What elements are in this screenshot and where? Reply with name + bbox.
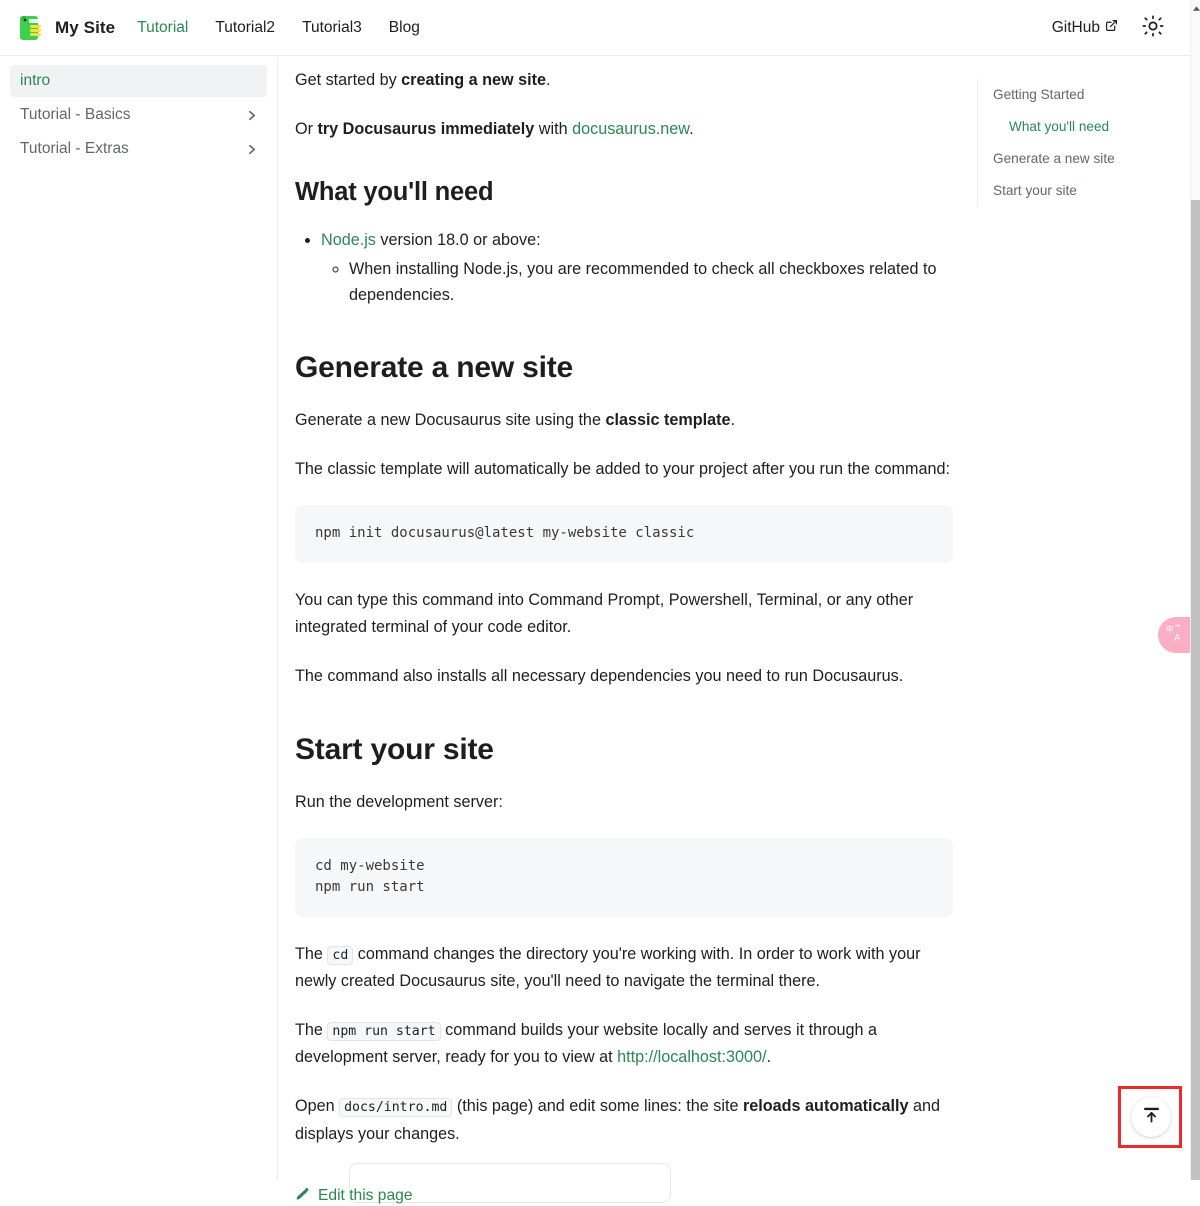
scrollbar-thumb[interactable] (1191, 200, 1200, 1180)
code-block-npm-run-start[interactable]: cd my-website npm run start (295, 838, 953, 917)
svg-text:A: A (1174, 632, 1181, 642)
toc-divider (977, 79, 978, 207)
github-link-label: GitHub (1051, 18, 1100, 36)
nav-link-tutorial2[interactable]: Tutorial2 (215, 15, 275, 41)
sidebar-item-label: Tutorial - Basics (20, 106, 131, 123)
toc-item-what-youll-need[interactable]: What you'll need (993, 117, 1180, 136)
table-of-contents: Getting Started What you'll need Generat… (977, 57, 1180, 1179)
edit-this-page-link[interactable]: Edit this page (295, 1186, 413, 1206)
nav-link-tutorial3[interactable]: Tutorial3 (302, 15, 362, 41)
inline-code-npm-run-start: npm run start (327, 1021, 441, 1041)
heading-start-your-site: Start your site (295, 733, 494, 767)
code-block-npm-init[interactable]: npm init docusaurus@latest my-website cl… (295, 505, 953, 563)
back-to-top-button[interactable] (1131, 1097, 1171, 1137)
text: with (534, 120, 573, 139)
brand-title: My Site (55, 17, 116, 37)
github-link[interactable]: GitHub (1052, 19, 1118, 37)
back-to-top-highlight (1118, 1086, 1182, 1148)
nav-link-tutorial[interactable]: Tutorial (137, 15, 188, 41)
text: Open (295, 1097, 340, 1116)
text: (this page) and edit some lines: the sit… (452, 1097, 743, 1116)
localhost-link[interactable]: http://localhost:3000/ (617, 1048, 766, 1066)
paragraph-type-command: You can type this command into Command P… (295, 590, 914, 636)
scroll-to-top-icon (1142, 1105, 1161, 1129)
chevron-right-icon (245, 109, 257, 121)
text: Generate a new Docusaurus site using the (295, 410, 606, 429)
nodejs-link[interactable]: Node.js (321, 231, 376, 249)
paragraph-open-intro-md: Open docs/intro.md (this page) and edit … (295, 1093, 953, 1147)
scrollbar-up-arrow-icon[interactable] (1191, 3, 1200, 13)
text: . (730, 410, 736, 429)
svg-text:中: 中 (1166, 624, 1174, 634)
sidebar-item-intro[interactable]: intro (10, 65, 267, 97)
text: Get started by (295, 71, 402, 89)
docs-sidebar: intro Tutorial - Basics Tutorial - Extra… (0, 57, 278, 1179)
paragraph-generate-classic: Generate a new Docusaurus site using the… (295, 407, 953, 434)
edit-page-row: Edit this page (295, 1186, 953, 1206)
sun-icon (1142, 15, 1164, 40)
doc-content: Get started by creating a new site. Or t… (279, 57, 977, 1204)
navbar-links: Tutorial Tutorial2 Tutorial3 Blog (137, 15, 420, 41)
text: The (295, 944, 328, 963)
docusaurus-new-link[interactable]: docusaurus.new (572, 120, 689, 138)
toc-item-start-your-site[interactable]: Start your site (993, 181, 1180, 200)
requirements-list: Node.js version 18.0 or above: When inst… (295, 227, 953, 309)
sidebar-item-tutorial-basics[interactable]: Tutorial - Basics (10, 99, 267, 131)
toc-item-generate-a-new-site[interactable]: Generate a new site (993, 149, 1180, 168)
theme-toggle-button[interactable] (1140, 15, 1166, 41)
sidebar-item-label: intro (20, 72, 51, 89)
inline-code-docs-intro-md: docs/intro.md (339, 1098, 453, 1118)
toc-item-getting-started[interactable]: Getting Started (993, 85, 1180, 104)
sidebar-item-label: Tutorial - Extras (20, 140, 129, 157)
text: The (295, 1020, 328, 1039)
emphasis-classic-template: classic template (605, 410, 731, 429)
edit-this-page-label: Edit this page (318, 1186, 413, 1204)
heading-generate-a-new-site: Generate a new site (295, 351, 573, 385)
paragraph-npm-run-start-command: The npm run start command builds your we… (295, 1017, 953, 1071)
browser-scrollbar[interactable] (1190, 0, 1200, 1180)
inline-code-cd: cd (327, 945, 354, 965)
text: command changes the directory you're wor… (295, 944, 921, 990)
emphasis-try-immediately: try Docusaurus immediately (317, 120, 535, 139)
navbar-brand[interactable]: My Site (16, 13, 115, 43)
translate-icon: 中 A (1165, 623, 1185, 648)
text: Or (295, 120, 318, 139)
text: . (689, 120, 694, 139)
navbar-right: GitHub (1052, 15, 1174, 41)
navbar: My Site Tutorial Tutorial2 Tutorial3 Blo… (0, 0, 1190, 56)
requirements-sublist: When installing Node.js, you are recomme… (321, 256, 953, 308)
emphasis-creating-new-site: creating a new site (401, 71, 547, 89)
nav-link-blog[interactable]: Blog (389, 15, 420, 41)
heading-what-youll-need: What you'll need (295, 178, 494, 207)
list-item: When installing Node.js, you are recomme… (349, 256, 953, 308)
paragraph-installs-dependencies: The command also installs all necessary … (295, 666, 904, 685)
paragraph-cd-command: The cd command changes the directory you… (295, 941, 953, 995)
paragraph-classic-template-auto: The classic template will automatically … (295, 460, 951, 479)
docusaurus-mascot-logo-icon (16, 13, 46, 43)
chevron-right-icon (245, 143, 257, 155)
paragraph-run-dev-server: Run the development server: (295, 792, 503, 811)
list-item: Node.js version 18.0 or above: When inst… (321, 227, 953, 309)
sidebar-item-tutorial-extras[interactable]: Tutorial - Extras (10, 133, 267, 165)
text: version 18.0 or above: (375, 230, 541, 249)
text: . (546, 71, 551, 89)
paragraph-try-docusaurus: Or try Docusaurus immediately with docus… (295, 116, 953, 143)
text: . (766, 1048, 772, 1067)
pencil-icon (295, 1186, 310, 1206)
translate-widget-button[interactable]: 中 A (1158, 617, 1192, 653)
external-link-icon (1105, 19, 1118, 37)
emphasis-reloads-automatically: reloads automatically (742, 1097, 909, 1116)
paragraph-get-started: Get started by creating a new site. (295, 67, 953, 94)
